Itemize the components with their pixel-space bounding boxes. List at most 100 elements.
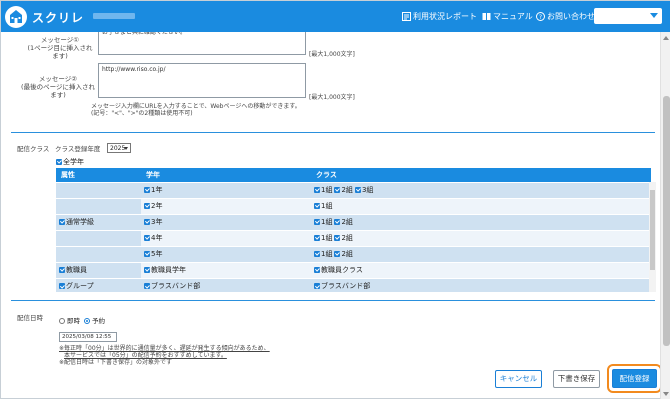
schedule-note-line2: 本サービスでは「05分」の配信予約をおすすめしています。 bbox=[64, 352, 227, 359]
class-year-select[interactable]: 2025 bbox=[107, 143, 131, 153]
table-scrollbar-thumb[interactable] bbox=[650, 190, 655, 270]
class-checkbox[interactable]: 3組 bbox=[354, 186, 373, 194]
attr-cell[interactable]: 通常学級 bbox=[56, 213, 141, 230]
datetime-input[interactable] bbox=[59, 332, 117, 342]
grade-label: 3年 bbox=[151, 218, 163, 226]
table-scrollbar[interactable] bbox=[649, 182, 656, 292]
radio-reserved[interactable]: 予約 bbox=[84, 315, 105, 325]
grade-cell[interactable]: 1年 bbox=[141, 181, 311, 198]
message2-label-title: メッセージ② bbox=[38, 75, 78, 83]
main-content: メッセージ① (1ページ目に挿入されます) お子さまと共に確認ください。 [最大… bbox=[1, 32, 659, 399]
class-checkbox[interactable]: 1組 bbox=[314, 234, 332, 242]
class-year-label: クラス登録年度 bbox=[55, 145, 101, 153]
all-grades-checkbox[interactable]: 全学年 bbox=[56, 157, 84, 167]
class-checkbox[interactable]: ブラスバンド部 bbox=[314, 282, 370, 290]
logo-icon[interactable] bbox=[5, 6, 27, 28]
grade-label: 1年 bbox=[151, 186, 163, 194]
checkbox-icon bbox=[334, 187, 341, 193]
class-label: 1組 bbox=[321, 218, 333, 226]
scroll-up-icon[interactable] bbox=[663, 36, 669, 40]
grade-label: 4年 bbox=[151, 234, 163, 242]
scroll-down-icon[interactable] bbox=[663, 392, 669, 396]
report-icon bbox=[402, 12, 411, 21]
radio-icon bbox=[59, 318, 65, 324]
radio-icon bbox=[84, 318, 90, 324]
submit-delivery-button[interactable]: 配信登録 bbox=[612, 369, 657, 388]
grade-cell[interactable]: 2年 bbox=[141, 197, 311, 214]
checkbox-icon[interactable] bbox=[59, 267, 65, 273]
checkbox-icon[interactable] bbox=[144, 235, 150, 241]
schedule-note-line3: ※配信日時は「下書き保存」の対象外です bbox=[59, 359, 173, 366]
class-table-body: 1年 1組 2組 3組 2年 1組 通常学級 3年 1組 2組 4年 1組 2組 5年 1組 2組 教職員 教職員… bbox=[56, 181, 651, 292]
grade-cell[interactable]: 4年 bbox=[141, 229, 311, 246]
table-row: 5年 1組 2組 bbox=[56, 245, 651, 262]
grade-cell[interactable]: 3年 bbox=[141, 213, 311, 230]
class-checkbox[interactable]: 1組 bbox=[314, 186, 332, 194]
grade-cell[interactable]: 5年 bbox=[141, 245, 311, 262]
message1-label: メッセージ① (1ページ目に挿入されます) bbox=[25, 36, 95, 60]
grade-cell[interactable]: ブラスバンド部 bbox=[141, 277, 311, 292]
class-checkbox[interactable]: 1組 bbox=[314, 218, 332, 226]
attr-cell[interactable]: 教職員 bbox=[56, 261, 141, 278]
checkbox-icon[interactable] bbox=[59, 283, 65, 290]
checkbox-icon[interactable] bbox=[144, 187, 150, 193]
user-menu-dropdown[interactable] bbox=[594, 8, 662, 24]
manual-icon bbox=[482, 13, 491, 20]
page-scrollbar[interactable] bbox=[660, 32, 670, 399]
help-icon: ? bbox=[536, 12, 545, 21]
class-checkbox[interactable]: 1組 bbox=[314, 202, 332, 210]
app-title: スクリレ bbox=[32, 11, 85, 25]
attr-cell bbox=[56, 181, 141, 198]
class-label: 教職員クラス bbox=[321, 266, 363, 274]
schedule-note: ※毎正時「00分」は世界的に通信量が多く、遅延が発生する傾向があるため、 本サー… bbox=[59, 345, 270, 366]
radio-reserved-label: 予約 bbox=[92, 317, 105, 325]
checkbox-icon[interactable] bbox=[144, 219, 150, 225]
schedule-label: 配信日時 bbox=[17, 314, 43, 322]
save-draft-button[interactable]: 下書き保存 bbox=[553, 370, 600, 388]
message1-textarea[interactable]: お子さまと共に確認ください。 bbox=[98, 32, 306, 55]
cancel-button[interactable]: キャンセル bbox=[495, 370, 542, 388]
nav-manual[interactable]: マニュアル bbox=[482, 11, 533, 22]
attr-cell[interactable]: グループ bbox=[56, 277, 141, 292]
table-row: 4年 1組 2組 bbox=[56, 229, 651, 246]
checkbox-icon bbox=[314, 267, 320, 273]
nav-manual-label: マニュアル bbox=[493, 12, 533, 21]
checkbox-icon bbox=[314, 283, 320, 290]
radio-immediate[interactable]: 即時 bbox=[59, 315, 80, 325]
checkbox-icon[interactable] bbox=[144, 283, 150, 290]
checkbox-icon bbox=[56, 159, 62, 165]
chevron-down-icon bbox=[124, 147, 128, 150]
class-label: 2組 bbox=[341, 218, 353, 226]
table-row: 教職員 教職員学年 教職員クラス bbox=[56, 261, 651, 278]
class-checkbox[interactable]: 2組 bbox=[334, 186, 353, 194]
nav-usage-report[interactable]: 利用状況レポート bbox=[402, 11, 477, 22]
checkbox-icon[interactable] bbox=[144, 251, 150, 257]
class-label: 1組 bbox=[321, 202, 333, 210]
class-checkbox[interactable]: 2組 bbox=[334, 234, 353, 242]
checkbox-icon bbox=[334, 219, 341, 225]
message2-textarea[interactable]: http://www.riso.co.jp/ bbox=[98, 63, 306, 98]
radio-immediate-label: 即時 bbox=[67, 317, 80, 325]
checkbox-icon[interactable] bbox=[59, 219, 65, 225]
url-note: メッセージ入力欄にURLを入力することで、Webページへの移動ができます。 (記… bbox=[91, 103, 301, 117]
col-header-class: クラス bbox=[311, 168, 651, 182]
checkbox-icon[interactable] bbox=[144, 203, 150, 209]
section-divider bbox=[11, 132, 655, 133]
class-label: 2組 bbox=[341, 250, 353, 258]
school-name-redacted bbox=[93, 13, 135, 19]
table-row: 1年 1組 2組 3組 bbox=[56, 181, 651, 198]
class-checkbox[interactable]: 1組 bbox=[314, 250, 332, 258]
class-table: 属性 学年 クラス 1年 1組 2組 3組 2年 1組 通常学級 3年 1組 2組 4年 1組 2組 5年… bbox=[56, 168, 651, 292]
grade-cell[interactable]: 教職員学年 bbox=[141, 261, 311, 278]
attr-cell bbox=[56, 229, 141, 246]
page-scrollbar-thumb[interactable] bbox=[663, 96, 670, 346]
class-checkbox[interactable]: 教職員クラス bbox=[314, 266, 363, 274]
class-checkbox[interactable]: 2組 bbox=[334, 218, 353, 226]
attr-cell bbox=[56, 197, 141, 214]
checkbox-icon bbox=[314, 187, 320, 193]
checkbox-icon[interactable] bbox=[144, 267, 150, 273]
class-label: 2組 bbox=[341, 234, 353, 242]
col-header-attr: 属性 bbox=[56, 168, 141, 182]
class-checkbox[interactable]: 2組 bbox=[334, 250, 353, 258]
nav-contact[interactable]: ? お問い合わせ bbox=[536, 11, 595, 22]
